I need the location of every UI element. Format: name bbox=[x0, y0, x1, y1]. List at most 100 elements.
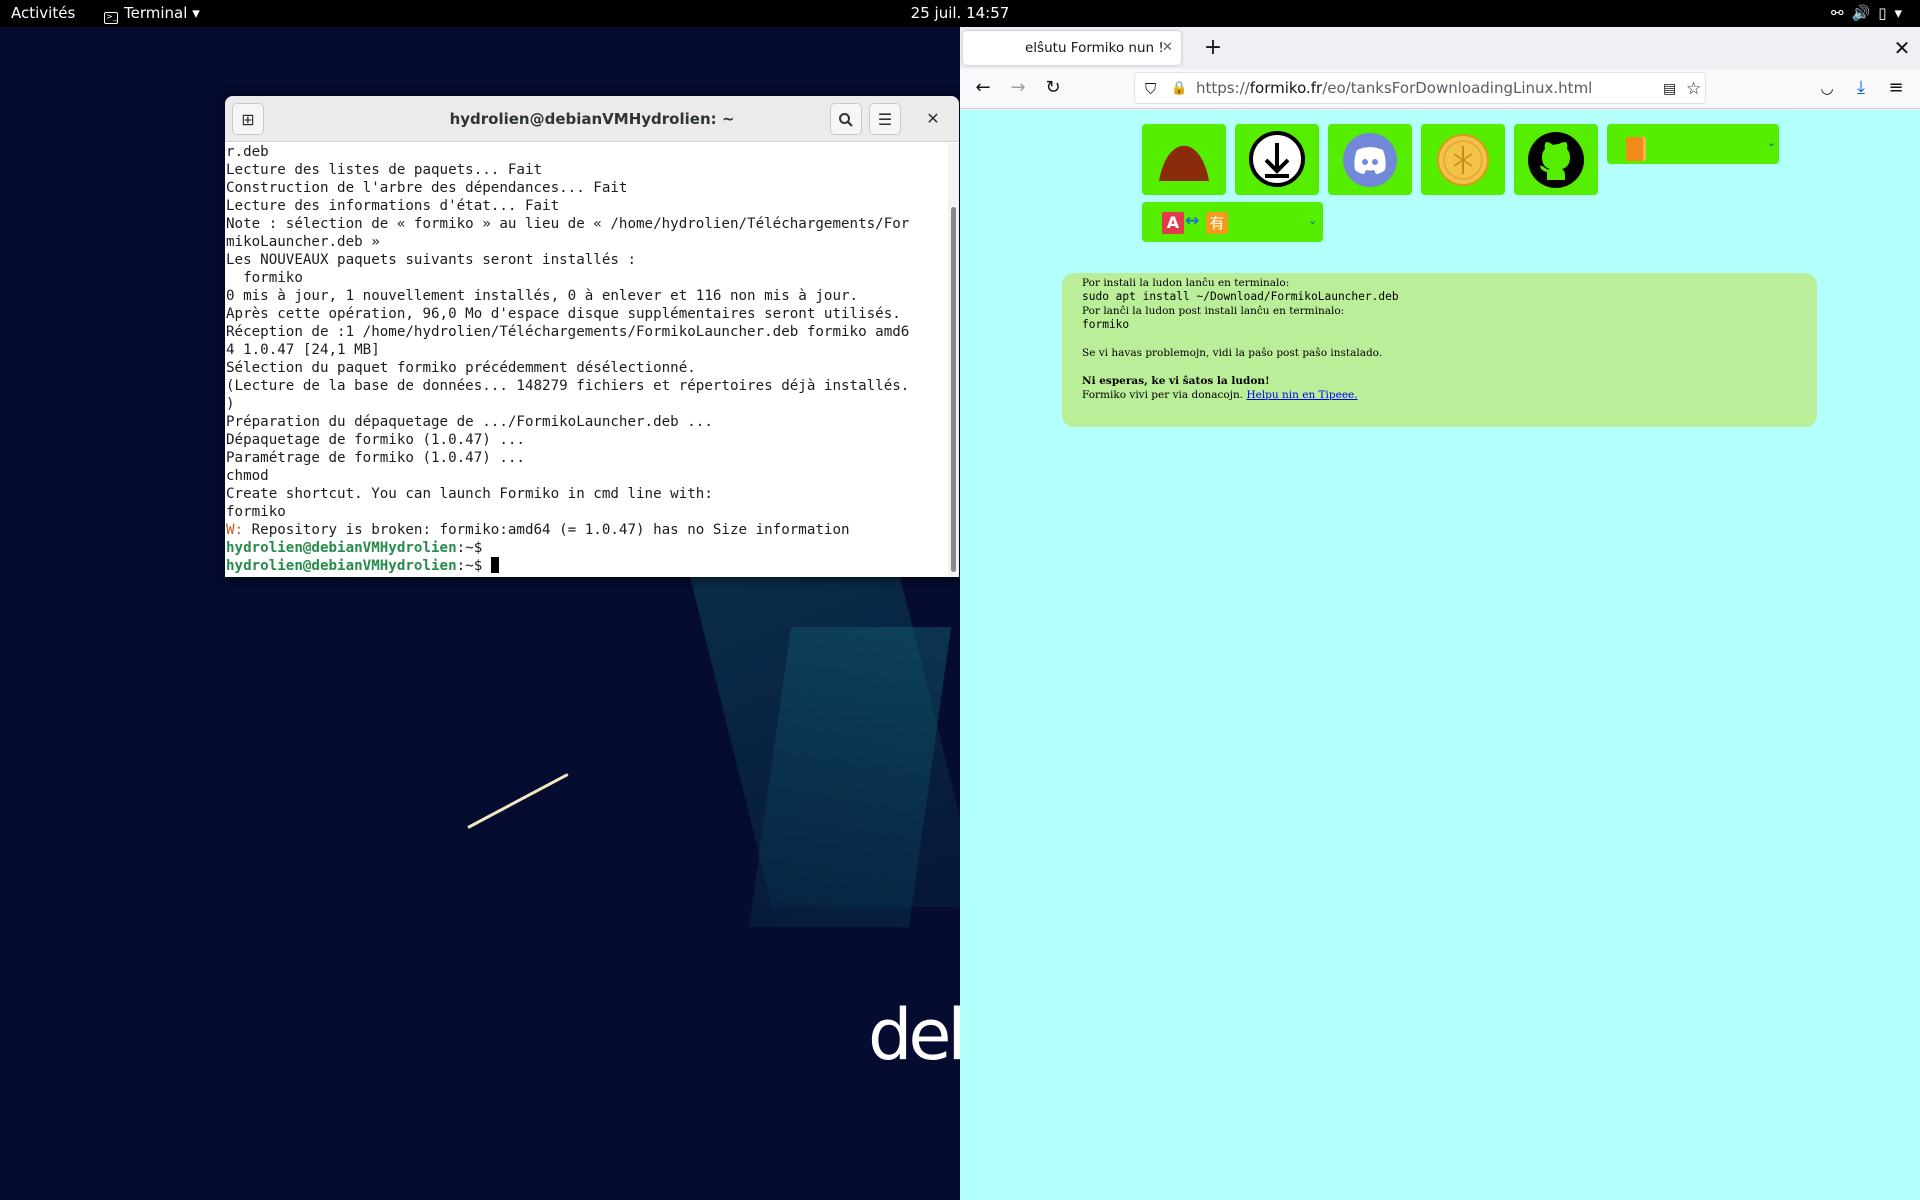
wallpaper-stroke bbox=[467, 773, 569, 829]
top-bar: 25 juil. 14:57 Activités >_ Terminal ▾ ⚯🔊… bbox=[0, 0, 1920, 27]
download-icon: ⤓ bbox=[1857, 77, 1865, 98]
battery-icon: ▯ bbox=[1878, 4, 1895, 22]
system-tray[interactable]: ⚯🔊▯▾ bbox=[1831, 0, 1910, 27]
window-close-button[interactable]: ✕ bbox=[1888, 31, 1916, 65]
app-menu-button[interactable]: ≡ bbox=[1881, 73, 1911, 103]
bookmark-star-icon[interactable]: ☆ bbox=[1686, 73, 1701, 105]
terminal-lines: r.deb Lecture des listes de paquets... Fa… bbox=[226, 143, 947, 521]
warning-line: W: Repository is broken: formiko:amd64 (… bbox=[226, 521, 947, 539]
search-icon bbox=[839, 113, 853, 127]
browser-tab[interactable]: elŝutu Formiko nun ! ✕ bbox=[963, 31, 1181, 65]
anthill-icon bbox=[1159, 145, 1209, 181]
terminal-icon: >_ bbox=[104, 12, 118, 24]
forward-arrow-icon: → bbox=[1010, 77, 1026, 98]
app-menu[interactable]: >_ Terminal ▾ bbox=[104, 0, 200, 27]
tipeee-link[interactable]: Helpu nin en Tipeee. bbox=[1246, 389, 1357, 401]
url-bar[interactable]: ⛉ 🔒 https://formiko.fr/eo/tanksForDownlo… bbox=[1134, 72, 1706, 104]
terminal-line: 4 1.0.47 [24,1 MB] bbox=[226, 342, 380, 358]
network-icon: ⚯ bbox=[1830, 4, 1852, 22]
problem-text: Se vi havas problemojn, vidi la paŝo pos… bbox=[1082, 347, 1383, 359]
chevron-down-icon: ⌄ bbox=[1767, 136, 1777, 149]
debian-logo-text: deb bbox=[868, 994, 960, 1076]
discord-icon bbox=[1343, 133, 1397, 187]
plus-icon: + bbox=[1203, 35, 1223, 60]
terminal-line: Dépaquetage de formiko (1.0.47) ... bbox=[226, 432, 525, 448]
close-icon: ✕ bbox=[1893, 36, 1911, 60]
tab-bar: elŝutu Formiko nun ! ✕ + ✕ bbox=[960, 27, 1920, 69]
firefox-window[interactable]: elŝutu Formiko nun ! ✕ + ✕ ← → ↻ ⛉ 🔒 htt… bbox=[960, 27, 1920, 1200]
terminal-line: formiko bbox=[226, 270, 303, 286]
terminal-line: Les NOUVEAUX paquets suivants seront ins… bbox=[226, 252, 636, 268]
discord-tile[interactable] bbox=[1328, 124, 1412, 195]
terminal-line: Préparation du dépaquetage de .../Formik… bbox=[226, 414, 713, 430]
language-select[interactable]: A ↔ 有 ⌄ bbox=[1142, 202, 1323, 242]
install-command[interactable]: sudo apt install ~/Download/FormikoLaunc… bbox=[1082, 290, 1817, 304]
web-page: ⌄ A ↔ 有 ⌄ Por instali la ludon lanĉu en … bbox=[960, 110, 1920, 1200]
book-select[interactable]: ⌄ bbox=[1607, 124, 1779, 164]
url-text[interactable]: https://formiko.fr/eo/tanksForDownloadin… bbox=[1196, 73, 1592, 104]
github-tile[interactable] bbox=[1514, 124, 1598, 195]
chevron-down-icon: ⌄ bbox=[1308, 214, 1318, 227]
install-instructions-box: Por instali la ludon lanĉu en terminalo:… bbox=[1062, 273, 1817, 427]
downloads-button[interactable]: ⤓ bbox=[1846, 73, 1876, 103]
download-tile[interactable] bbox=[1235, 124, 1319, 195]
back-button[interactable]: ← bbox=[968, 73, 998, 103]
new-tab-button[interactable]: + bbox=[1196, 31, 1230, 65]
search-button[interactable] bbox=[830, 103, 862, 135]
text-cursor bbox=[490, 557, 499, 573]
home-tile[interactable] bbox=[1142, 124, 1226, 195]
url-path: /eo/tanksForDownloadingLinux.html bbox=[1322, 79, 1593, 97]
activities-button[interactable]: Activités bbox=[11, 0, 75, 27]
terminal-line: Create shortcut. You can launch Formiko … bbox=[226, 486, 713, 502]
clock[interactable]: 25 juil. 14:57 bbox=[0, 0, 1920, 27]
close-icon: ✕ bbox=[926, 109, 940, 128]
terminal-line: r.deb bbox=[226, 144, 269, 160]
terminal-line: (Lecture de la base de données... 148279… bbox=[226, 378, 910, 394]
terminal-line: Réception de :1 /home/hydrolien/Téléchar… bbox=[226, 324, 910, 340]
menu-button[interactable]: ☰ bbox=[869, 103, 901, 135]
close-button[interactable]: ✕ bbox=[917, 103, 949, 135]
tracking-shield-icon[interactable]: ⛉ bbox=[1145, 73, 1156, 105]
reader-view-icon[interactable]: ▤ bbox=[1663, 73, 1676, 105]
launch-instruction: Por lanĉi la ludon post instali lanĉu en… bbox=[1082, 305, 1345, 317]
prompt-user: hydrolien@debianVMHydrolien bbox=[226, 540, 457, 556]
terminal-line: ) bbox=[226, 396, 235, 412]
prompt-line: hydrolien@debianVMHydrolien:~$ bbox=[226, 539, 947, 557]
terminal-line: Note : sélection de « formiko » au lieu … bbox=[226, 216, 910, 232]
launch-command[interactable]: formiko bbox=[1082, 318, 1817, 332]
new-tab-icon: ⊞ bbox=[241, 110, 255, 129]
lock-icon[interactable]: 🔒 bbox=[1171, 73, 1187, 105]
reload-icon: ↻ bbox=[1045, 77, 1061, 98]
terminal-window[interactable]: hydrolien@debianVMHydrolien: ~ ⊞ ☰ ✕ r.d… bbox=[225, 96, 959, 577]
hope-text: Ni esperas, ke vi ŝatos la ludon! bbox=[1082, 375, 1270, 387]
forward-button[interactable]: → bbox=[1003, 73, 1033, 103]
reload-button[interactable]: ↻ bbox=[1038, 73, 1068, 103]
terminal-output[interactable]: r.deb Lecture des listes de paquets... Fa… bbox=[225, 143, 947, 577]
terminal-line: Lecture des listes de paquets... Fait bbox=[226, 162, 543, 178]
app-menu-label: Terminal bbox=[124, 4, 188, 22]
language-a-icon: A bbox=[1162, 212, 1184, 234]
terminal-line: Lecture des informations d'état... Fait bbox=[226, 198, 560, 214]
terminal-headerbar[interactable]: hydrolien@debianVMHydrolien: ~ ⊞ ☰ ✕ bbox=[225, 96, 959, 142]
warning-text: Repository is broken: formiko:amd64 (= 1… bbox=[243, 522, 850, 538]
download-circle-icon bbox=[1249, 131, 1305, 187]
scrollbar-thumb[interactable] bbox=[951, 207, 956, 572]
hamburger-icon: ≡ bbox=[1888, 77, 1904, 98]
prompt-suffix: :~$ bbox=[456, 540, 483, 556]
prompt-suffix: :~$ bbox=[456, 558, 483, 574]
donation-line: Formiko vivi per via donacojn. Helpu nin… bbox=[1082, 388, 1817, 402]
tab-title: elŝutu Formiko nun ! bbox=[1025, 40, 1164, 56]
pocket-button[interactable]: ◡ bbox=[1812, 73, 1842, 103]
terminal-line: 0 mis à jour, 1 nouvellement installés, … bbox=[226, 288, 859, 304]
tipeee-tile[interactable] bbox=[1421, 124, 1505, 195]
tab-close-icon[interactable]: ✕ bbox=[1162, 31, 1173, 65]
terminal-scrollbar[interactable] bbox=[948, 143, 959, 577]
navigation-toolbar: ← → ↻ ⛉ 🔒 https://formiko.fr/eo/tanksFor… bbox=[960, 69, 1920, 109]
new-tab-button[interactable]: ⊞ bbox=[232, 103, 264, 135]
book-icon bbox=[1626, 137, 1646, 161]
terminal-line: Paramétrage de formiko (1.0.47) ... bbox=[226, 450, 525, 466]
pocket-icon: ◡ bbox=[1820, 79, 1834, 97]
prompt-user: hydrolien@debianVMHydrolien bbox=[226, 558, 457, 574]
terminal-line: Construction de l'arbre des dépendances.… bbox=[226, 180, 628, 196]
github-icon bbox=[1528, 132, 1584, 188]
